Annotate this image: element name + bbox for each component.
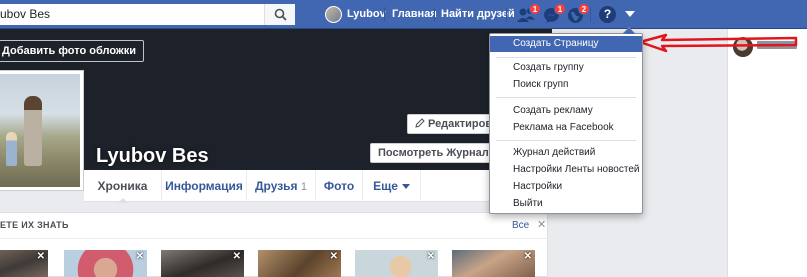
menu-item-create-page[interactable]: Создать Страницу (490, 36, 642, 52)
menu-item-create-group[interactable]: Создать группу (490, 60, 642, 76)
profile-photo-image (0, 74, 80, 187)
activity-log-label: Посмотреть Журнал дейст (378, 147, 492, 159)
close-icon[interactable]: ✕ (330, 251, 338, 262)
close-icon[interactable]: ✕ (37, 251, 45, 262)
menu-item-log-out[interactable]: Выйти (490, 196, 642, 212)
activity-log-button[interactable]: Посмотреть Журнал дейст (370, 143, 493, 163)
user-avatar[interactable] (325, 6, 342, 23)
pencil-icon (415, 118, 425, 128)
menu-divider (496, 140, 636, 141)
tab-photos[interactable]: Фото (316, 170, 363, 202)
notifications-button[interactable]: 2 (565, 3, 590, 25)
friends-count: 1 (300, 181, 308, 193)
top-navigation-bar: ubov Bes Lyubov Главная Найти друзей 1 1… (0, 0, 807, 29)
edit-profile-button[interactable]: Редактировать (407, 114, 493, 134)
friend-requests-badge: 1 (529, 3, 541, 15)
annotation-arrow-icon (638, 33, 798, 53)
find-friends-link[interactable]: Найти друзей (441, 8, 515, 20)
menu-item-advertising[interactable]: Реклама на Facebook (490, 120, 642, 136)
menu-divider (496, 97, 636, 98)
search-box[interactable]: ubov Bes (0, 4, 295, 25)
photo-person-shape (24, 96, 42, 166)
nav-divider (384, 7, 385, 22)
tab-more[interactable]: Еще (363, 170, 421, 202)
photo-child-shape (6, 132, 17, 166)
messages-button[interactable]: 1 (541, 3, 566, 25)
menu-item-activity-log[interactable]: Журнал действий (490, 145, 642, 161)
nav-divider (506, 7, 507, 22)
profile-name: Lyubov Bes (96, 145, 209, 167)
suggested-person-card[interactable]: ✕ (64, 250, 147, 277)
tab-friends[interactable]: Друзья 1 (247, 170, 316, 202)
caret-down-icon (401, 184, 410, 190)
close-icon[interactable]: ✕ (136, 251, 144, 262)
profile-tabs: Хроника Информация Друзья 1 Фото Еще (84, 170, 552, 203)
right-sidebar (727, 29, 807, 277)
tab-label: Фото (323, 179, 355, 193)
notifications-badge: 2 (578, 3, 590, 15)
menu-item-news-feed-settings[interactable]: Настройки Ленты новостей (490, 162, 642, 178)
tab-label: Хроника (97, 179, 148, 193)
close-icon[interactable]: ✕ (427, 251, 435, 262)
see-all-link[interactable]: Все (512, 220, 529, 231)
nav-divider (590, 7, 591, 22)
search-button[interactable] (264, 4, 295, 25)
suggested-person-card[interactable]: ✕ (258, 250, 341, 277)
tab-label: Информация (165, 179, 243, 193)
close-icon[interactable]: ✕ (233, 251, 241, 262)
divider (0, 238, 548, 239)
menu-item-settings[interactable]: Настройки (490, 179, 642, 195)
search-input[interactable]: ubov Bes (0, 7, 50, 21)
suggested-person-card[interactable]: ✕ (452, 250, 535, 277)
nav-divider (434, 7, 435, 22)
home-link[interactable]: Главная (392, 8, 437, 20)
menu-item-find-groups[interactable]: Поиск групп (490, 77, 642, 93)
edit-profile-label: Редактировать (428, 118, 492, 130)
account-menu-caret-icon[interactable] (625, 11, 635, 17)
tab-about[interactable]: Информация (162, 170, 247, 202)
menu-divider (496, 57, 636, 58)
add-cover-photo-label: Добавить фото обложки (2, 45, 136, 57)
close-icon[interactable]: ✕ (537, 218, 546, 231)
add-cover-photo-button[interactable]: Добавить фото обложки (0, 40, 144, 62)
account-dropdown-menu: Создать Страницу Создать группу Поиск гр… (489, 27, 643, 214)
friend-requests-button[interactable]: 1 (516, 3, 541, 25)
tab-label: Друзья (254, 179, 298, 193)
profile-picture[interactable] (0, 70, 84, 191)
search-icon (274, 8, 287, 21)
tab-label: Еще (373, 179, 398, 193)
suggested-person-card[interactable]: ✕ (355, 250, 438, 277)
profile-link[interactable]: Lyubov (347, 8, 386, 20)
pymk-title: ЕТЕ ИХ ЗНАТЬ (0, 220, 69, 230)
menu-item-create-ad[interactable]: Создать рекламу (490, 103, 642, 119)
people-you-may-know-panel: ЕТЕ ИХ ЗНАТЬ Все ✕ ✕ ✕ ✕ ✕ ✕ ✕ (0, 212, 548, 277)
suggested-person-card[interactable]: ✕ (161, 250, 244, 277)
close-icon[interactable]: ✕ (524, 251, 532, 262)
suggested-person-card[interactable]: ✕ (0, 250, 48, 277)
help-icon[interactable]: ? (599, 6, 616, 23)
tab-timeline[interactable]: Хроника (84, 170, 162, 203)
arrow-shape (638, 33, 798, 53)
